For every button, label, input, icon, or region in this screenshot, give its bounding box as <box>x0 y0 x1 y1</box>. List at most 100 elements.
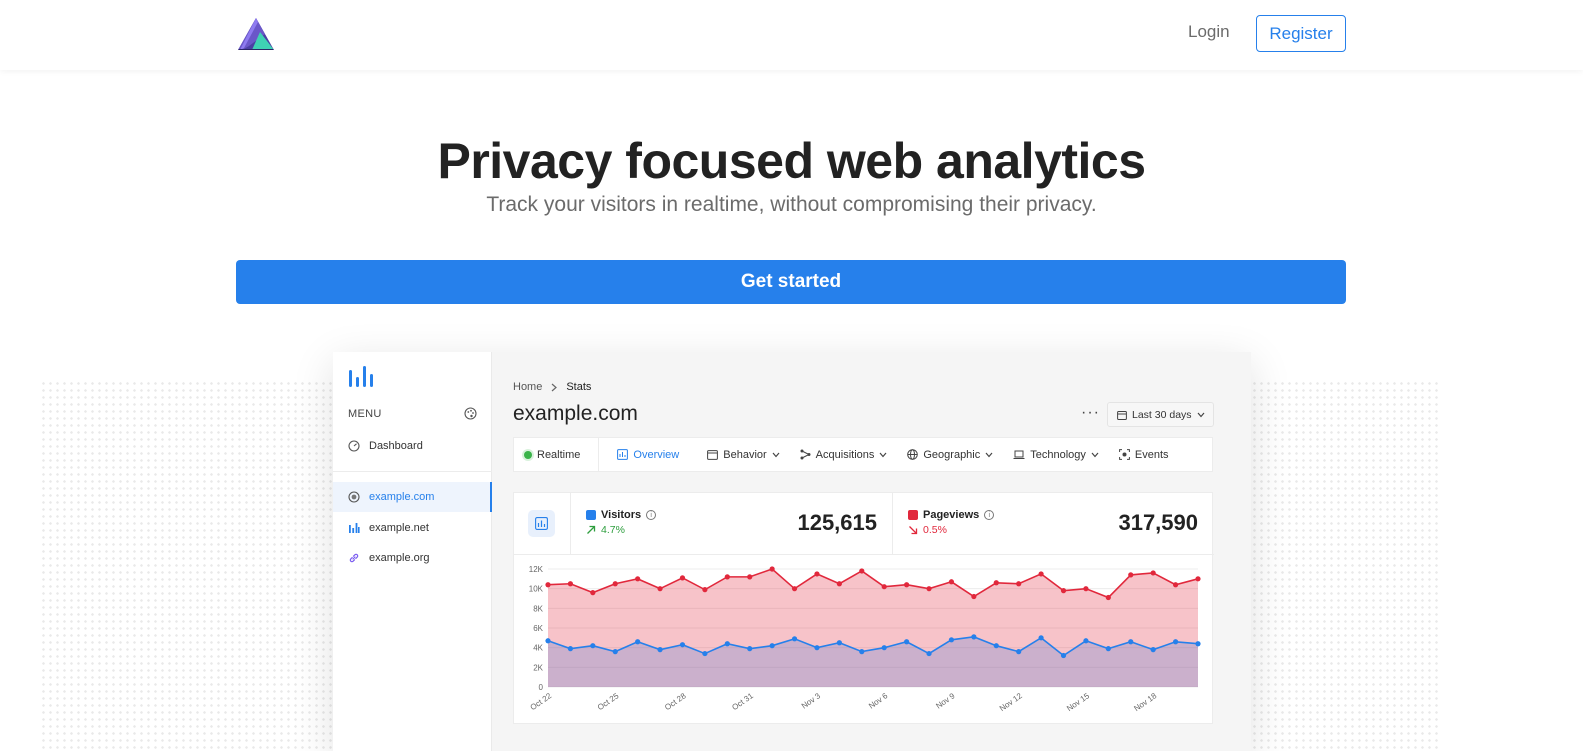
pageviews-point <box>904 582 910 588</box>
tab-geographic[interactable]: Geographic <box>897 438 1003 471</box>
x-tick-label: Nov 18 <box>1132 691 1158 713</box>
globe-icon <box>348 491 360 503</box>
tab-label: Acquisitions <box>815 448 875 461</box>
date-range-select[interactable]: Last 30 days <box>1107 402 1214 427</box>
calendar-icon <box>1117 410 1127 420</box>
visitors-point <box>635 639 641 645</box>
arrow-up-right-icon <box>587 525 596 534</box>
y-tick-label: 10K <box>529 585 544 594</box>
pageviews-point <box>1172 582 1179 588</box>
visitors-point <box>1195 641 1201 647</box>
change-value: 4.7% <box>601 524 625 536</box>
chevron-down-icon <box>985 452 993 457</box>
link-icon <box>348 552 360 564</box>
umami-bars-icon[interactable] <box>348 364 374 388</box>
tab-label: Realtime <box>537 448 581 461</box>
visitors-point <box>993 643 999 649</box>
pageviews-point <box>814 571 820 577</box>
pageviews-point <box>1016 581 1022 587</box>
sidebar-item-example-org[interactable]: example.org <box>333 543 492 573</box>
metrics-chart-card: Visitors i 4.7% 125,615 Pageviews i 0.5% <box>513 492 1214 724</box>
visitors-point <box>612 649 618 655</box>
x-tick-label: Oct 28 <box>663 691 688 712</box>
visitors-point <box>791 636 798 642</box>
pageviews-point <box>747 574 753 580</box>
sidebar-item-dashboard[interactable]: Dashboard <box>333 431 492 461</box>
visitors-swatch <box>586 510 596 520</box>
info-icon[interactable]: i <box>646 510 657 520</box>
pageviews-point <box>635 576 641 582</box>
visitors-change: 4.7% <box>586 524 625 536</box>
visitors-point <box>1128 639 1134 645</box>
x-tick-label: Nov 15 <box>1065 691 1091 713</box>
gauge-icon <box>348 440 360 452</box>
visitors-point <box>1105 646 1111 652</box>
palette-icon[interactable] <box>464 407 477 420</box>
visitors-point <box>1083 638 1089 644</box>
sidebar-item-example-com[interactable]: example.com <box>333 482 492 512</box>
breadcrumb: Home Stats <box>513 381 591 393</box>
sidebar-item-label: Dashboard <box>369 440 423 452</box>
sidebar-divider <box>333 471 492 472</box>
share-nodes-icon <box>800 449 811 460</box>
x-tick-label: Oct 25 <box>596 691 621 712</box>
tab-label: Overview <box>633 448 680 461</box>
visitors-point <box>971 634 977 640</box>
visitors-point <box>904 639 910 645</box>
tab-events[interactable]: Events <box>1109 438 1179 471</box>
chart-icon <box>617 449 629 460</box>
pageviews-point <box>1128 572 1134 578</box>
pageviews-point <box>971 593 977 600</box>
visitors-point <box>1038 635 1044 641</box>
chevron-down-icon <box>1197 412 1205 417</box>
login-link[interactable]: Login <box>1188 22 1230 42</box>
more-options-button[interactable]: ··· <box>1081 404 1100 422</box>
pageviews-point <box>926 586 932 592</box>
info-icon[interactable]: i <box>984 510 995 520</box>
sidebar-item-example-net[interactable]: example.net <box>333 513 492 543</box>
pageviews-point <box>612 581 618 587</box>
visitors-point <box>859 649 865 655</box>
visitors-point <box>948 637 955 643</box>
live-indicator-icon <box>524 450 532 459</box>
tab-label: Behavior <box>723 448 767 461</box>
pageviews-point <box>1105 594 1111 601</box>
stats-tabs: Realtime Overview Behavior Acquisitions … <box>513 437 1213 472</box>
chevron-down-icon <box>772 452 780 457</box>
visitors-point <box>814 645 820 651</box>
x-tick-label: Oct 31 <box>730 691 755 712</box>
chevron-right-icon <box>551 383 558 391</box>
visitors-metric-label: Visitors i <box>586 509 657 521</box>
chevron-down-icon <box>1091 452 1099 457</box>
y-tick-label: 4K <box>533 644 543 653</box>
pageviews-change: 0.5% <box>908 524 947 536</box>
tab-technology[interactable]: Technology <box>1003 438 1109 471</box>
y-tick-label: 6K <box>533 624 543 633</box>
pageviews-point <box>545 582 551 588</box>
y-tick-label: 8K <box>533 604 543 613</box>
get-started-button[interactable]: Get started <box>236 260 1346 304</box>
tab-acquisitions[interactable]: Acquisitions <box>790 438 898 471</box>
pageviews-value: 317,590 <box>1118 510 1198 535</box>
tab-realtime[interactable]: Realtime <box>514 438 600 471</box>
breadcrumb-home[interactable]: Home <box>513 381 542 393</box>
visitors-point <box>590 643 596 649</box>
hero-title: Privacy focused web analytics <box>437 133 1146 189</box>
visitors-point <box>545 638 551 644</box>
visitors-pageviews-chart: 0 2K 4K 6K 8K 10K 12K Oct 22 Oct 25 Oct 28 Oct 31 N… <box>529 565 1201 713</box>
app-logo-icon[interactable] <box>236 16 276 52</box>
tab-behavior[interactable]: Behavior <box>689 438 789 471</box>
sidebar: MENU Dashboard example.com example.net e… <box>333 352 492 751</box>
chart-icon <box>535 517 548 530</box>
pageviews-point <box>567 581 574 587</box>
pageviews-point <box>679 575 686 581</box>
pageviews-point <box>836 581 842 587</box>
visitors-point <box>724 641 730 647</box>
chart-toggle-button[interactable] <box>528 510 555 537</box>
pageviews-point <box>702 587 708 593</box>
x-tick-label: Nov 12 <box>998 691 1024 713</box>
y-tick-label: 0 <box>539 683 544 692</box>
tab-overview[interactable]: Overview <box>599 438 689 471</box>
x-tick-label: Oct 22 <box>529 691 554 712</box>
register-button[interactable]: Register <box>1256 15 1346 52</box>
